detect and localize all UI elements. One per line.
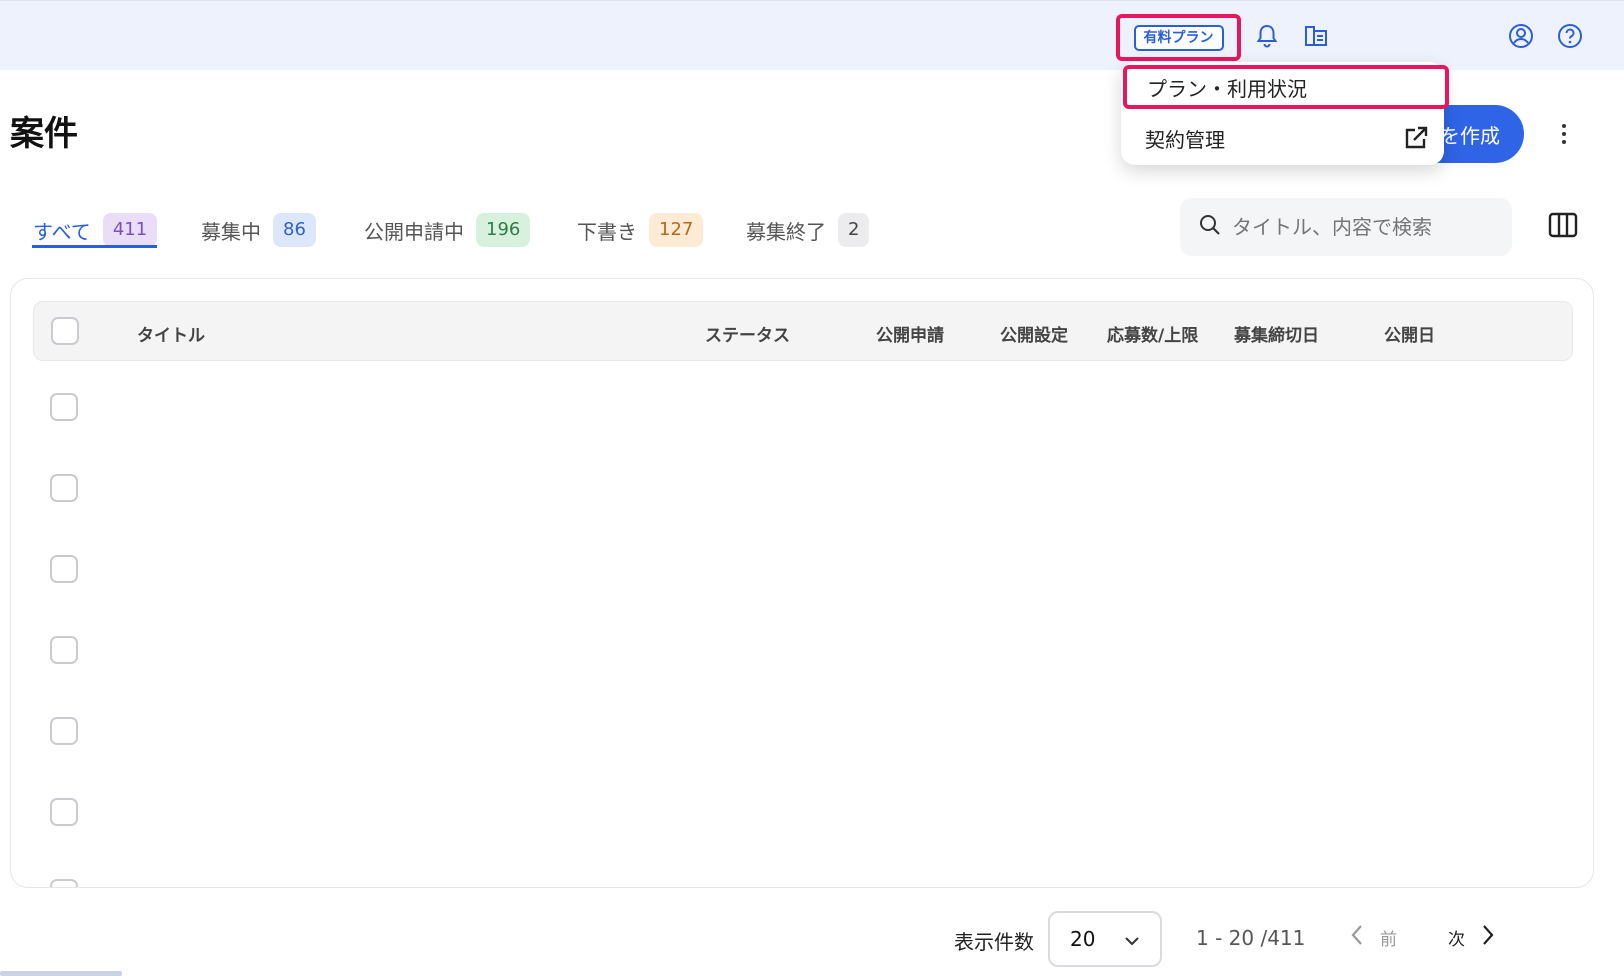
tab-label: 公開申請中 xyxy=(364,219,464,244)
column-header-publish-setting[interactable]: 公開設定 xyxy=(1000,321,1068,346)
row-checkbox[interactable] xyxy=(50,879,78,887)
bottom-edge-strip xyxy=(0,971,122,976)
select-all-checkbox[interactable] xyxy=(51,317,79,345)
next-label: 次 xyxy=(1448,930,1465,950)
search-box xyxy=(1180,198,1512,256)
menu-item-label: 契約管理 xyxy=(1145,127,1225,152)
search-input[interactable] xyxy=(1232,215,1492,239)
per-page-value: 20 xyxy=(1070,927,1096,951)
tab-label: 下書き xyxy=(577,219,637,244)
account-icon[interactable] xyxy=(1508,22,1534,50)
tab-count-badge: 86 xyxy=(273,213,316,247)
tab-all[interactable]: すべて 411 xyxy=(33,210,158,250)
menu-item-label: プラン・利用状況 xyxy=(1147,76,1307,101)
cases-table: タイトル ステータス 公開申請 公開設定 応募数/上限 募集締切日 公開日 xyxy=(10,278,1594,888)
tab-count-badge: 196 xyxy=(476,213,531,247)
chevron-right-icon xyxy=(1481,924,1495,951)
per-page-label: 表示件数 xyxy=(954,930,1034,954)
menu-item-contract-management[interactable]: 契約管理 xyxy=(1121,116,1444,160)
tab-count-badge: 2 xyxy=(838,213,870,247)
bell-icon[interactable] xyxy=(1254,22,1280,50)
page-title: 案件 xyxy=(10,114,78,154)
plan-dropdown-menu: プラン・利用状況 契約管理 xyxy=(1121,62,1449,165)
help-icon[interactable] xyxy=(1557,22,1583,50)
tab-pending-publish[interactable]: 公開申請中 196 xyxy=(364,210,531,250)
row-checkbox[interactable] xyxy=(50,798,78,826)
prev-label: 前 xyxy=(1380,930,1397,950)
column-header-title[interactable]: タイトル xyxy=(137,321,205,346)
tab-count-badge: 411 xyxy=(102,213,158,247)
column-header-publish-request[interactable]: 公開申請 xyxy=(876,321,944,346)
plan-badge-highlight: 有料プラン xyxy=(1116,14,1241,61)
column-header-deadline[interactable]: 募集締切日 xyxy=(1234,321,1319,346)
external-link-icon xyxy=(1402,124,1430,157)
next-page-button[interactable]: 次 xyxy=(1448,924,1495,951)
tab-draft[interactable]: 下書き 127 xyxy=(577,210,704,250)
tab-label: 募集中 xyxy=(201,219,261,244)
tab-closed[interactable]: 募集終了 2 xyxy=(746,210,870,250)
tab-label: すべて xyxy=(33,219,91,244)
column-settings-icon[interactable] xyxy=(1548,212,1578,242)
tab-count-badge: 127 xyxy=(649,213,704,247)
prev-page-button[interactable]: 前 xyxy=(1350,924,1397,951)
tab-label: 募集終了 xyxy=(746,219,826,244)
row-checkbox[interactable] xyxy=(50,636,78,664)
per-page-select[interactable]: 20 xyxy=(1048,911,1162,967)
column-header-publish-date[interactable]: 公開日 xyxy=(1384,321,1435,346)
top-header: 有料プラン xyxy=(0,0,1624,70)
table-header: タイトル ステータス 公開申請 公開設定 応募数/上限 募集締切日 公開日 xyxy=(33,301,1573,361)
column-header-applications[interactable]: 応募数/上限 xyxy=(1107,321,1198,346)
row-checkbox[interactable] xyxy=(50,474,78,502)
row-checkbox[interactable] xyxy=(50,717,78,745)
pagination-range: 1 - 20 /411 xyxy=(1196,926,1306,950)
chevron-down-icon xyxy=(1124,927,1140,951)
active-tab-indicator xyxy=(32,245,157,248)
menu-item-plan-usage[interactable]: プラン・利用状況 xyxy=(1123,65,1449,109)
search-icon xyxy=(1198,213,1222,241)
plan-badge[interactable]: 有料プラン xyxy=(1133,24,1224,51)
row-checkbox[interactable] xyxy=(50,555,78,583)
document-book-icon[interactable] xyxy=(1303,22,1329,50)
more-options-icon[interactable] xyxy=(1550,118,1578,150)
tab-recruiting[interactable]: 募集中 86 xyxy=(201,210,316,250)
chevron-left-icon xyxy=(1350,924,1364,951)
column-header-status[interactable]: ステータス xyxy=(705,321,790,346)
row-checkbox[interactable] xyxy=(50,393,78,421)
